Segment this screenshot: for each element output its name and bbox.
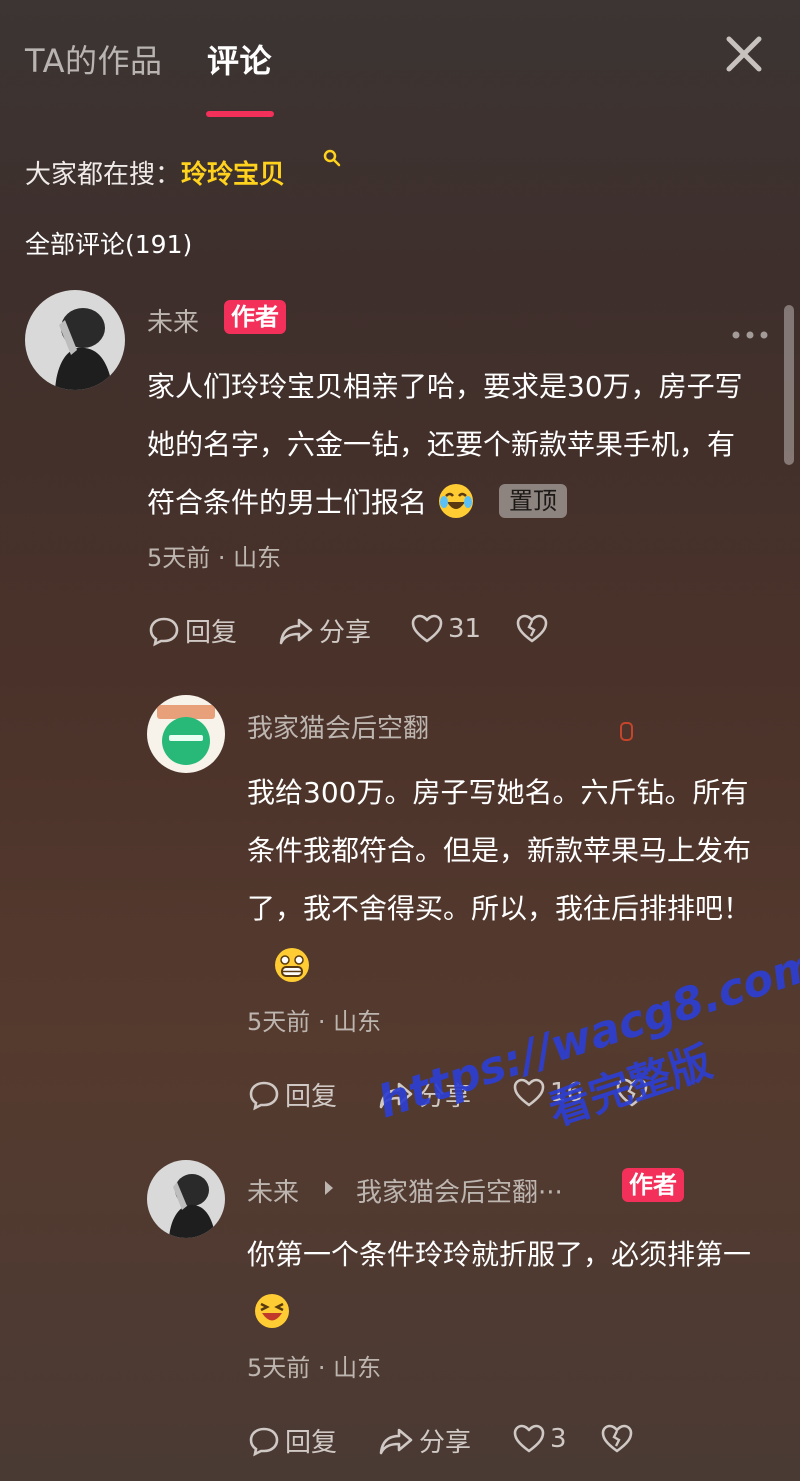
search-icon (323, 149, 341, 167)
share-icon (379, 1428, 413, 1454)
tab-works[interactable]: TA的作品 (25, 36, 162, 82)
reply-icon (149, 617, 179, 646)
active-tab-indicator (206, 111, 274, 117)
comment-meta: 5天前 · 山东 (147, 544, 282, 572)
reply-icon (249, 1427, 279, 1456)
like-count: 31 (448, 614, 482, 644)
grinning-emoji-icon (273, 946, 311, 1004)
username[interactable]: 我家猫会后空翻 (247, 708, 429, 745)
avatar[interactable] (147, 1160, 225, 1238)
comment-meta: 5天前 · 山东 (247, 1354, 382, 1382)
tab-comments[interactable]: 评论 (207, 36, 272, 82)
close-button[interactable] (724, 34, 764, 74)
heart-icon (513, 1424, 545, 1453)
share-label: 分享 (419, 1428, 472, 1458)
reply-button[interactable]: 回复 (247, 1076, 337, 1113)
comment-body: 我给300万。房子写她名。六斤钻。所有条件我都符合。但是，新款苹果马上发布了，我… (247, 776, 752, 925)
like-button[interactable]: 3 (512, 1422, 567, 1456)
dislike-button[interactable] (515, 612, 553, 646)
decorative-mark (620, 722, 633, 741)
pinned-badge: 置顶 (499, 484, 568, 518)
avatar[interactable] (147, 695, 225, 773)
share-label: 分享 (319, 618, 372, 648)
dislike-button[interactable] (600, 1422, 638, 1456)
reply-button[interactable]: 回复 (247, 1422, 337, 1459)
comment-text: 我给300万。房子写她名。六斤钻。所有条件我都符合。但是，新款苹果马上发布了，我… (247, 764, 762, 1004)
reply-label: 回复 (285, 1082, 338, 1112)
hot-search-keyword[interactable]: 玲玲宝贝 (181, 160, 285, 190)
reply-button[interactable]: 回复 (147, 612, 237, 649)
reply-arrow-icon (325, 1181, 333, 1195)
like-count: 3 (550, 1424, 567, 1454)
comment-body: 你第一个条件玲玲就折服了，必须排第一 (247, 1238, 752, 1271)
reply-to-username[interactable]: 我家猫会后空翻··· (356, 1172, 563, 1209)
comment-count: 全部评论(191) (25, 230, 193, 259)
share-button[interactable]: 分享 (277, 612, 371, 649)
like-button[interactable]: 31 (410, 612, 481, 646)
reply-label: 回复 (185, 618, 238, 648)
heart-icon (411, 614, 443, 643)
comment-meta: 5天前 · 山东 (247, 1008, 382, 1036)
dislike-icon (601, 1424, 633, 1453)
avatar[interactable] (25, 290, 125, 390)
author-badge: 作者 (622, 1168, 684, 1202)
reply-label: 回复 (285, 1428, 338, 1458)
username[interactable]: 未来 (147, 302, 199, 339)
comment-text: 家人们玲玲宝贝相亲了哈，要求是30万，房子写她的名字，六金一钻，还要个新款苹果手… (147, 358, 762, 540)
scrollbar[interactable] (784, 305, 794, 465)
reply-icon (249, 1081, 279, 1110)
share-icon (279, 618, 313, 644)
share-button[interactable]: 分享 (377, 1422, 471, 1459)
close-icon (726, 36, 762, 72)
hot-search[interactable]: 大家都在搜：玲玲宝贝 (25, 154, 285, 191)
dislike-icon (516, 614, 548, 643)
more-icon[interactable] (730, 325, 770, 345)
crying-laughing-emoji-icon (437, 482, 475, 540)
comment-text: 你第一个条件玲玲就折服了，必须排第一 (247, 1226, 762, 1350)
username[interactable]: 未来 (247, 1172, 299, 1209)
tab-bar: TA的作品 评论 (0, 0, 800, 120)
hot-search-label: 大家都在搜： (25, 160, 182, 190)
author-badge: 作者 (224, 300, 286, 334)
laughing-emoji-icon (253, 1292, 291, 1350)
